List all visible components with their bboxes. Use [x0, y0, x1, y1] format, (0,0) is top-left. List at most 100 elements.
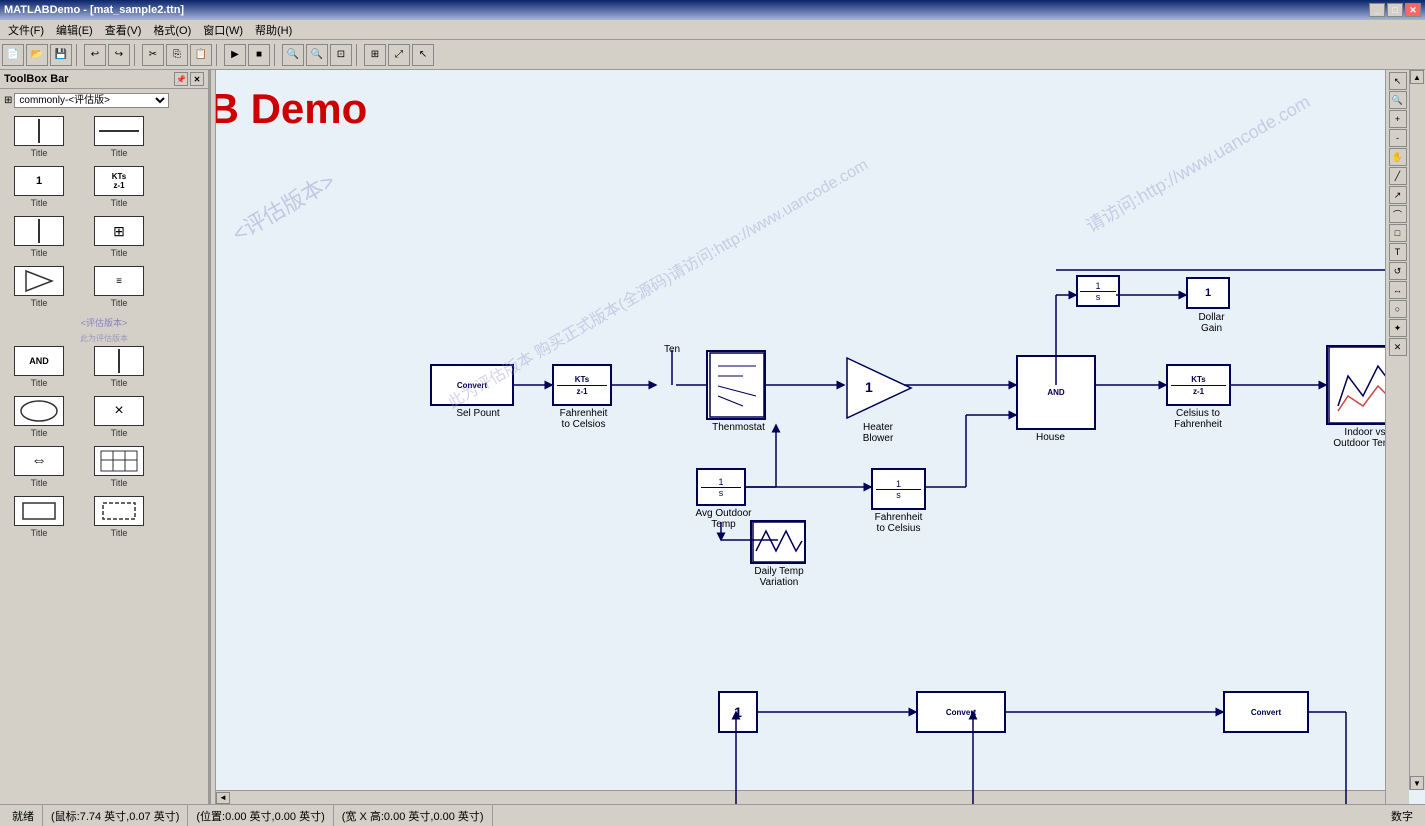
- menu-window[interactable]: 窗口(W): [197, 20, 249, 40]
- rt-line-btn[interactable]: ╱: [1389, 167, 1407, 185]
- new-button[interactable]: 📄: [2, 44, 24, 66]
- toolbox-row-3: Title ⊞ Title: [4, 216, 204, 258]
- rt-x-btn[interactable]: ✕: [1389, 338, 1407, 356]
- integrator1-block[interactable]: 1 s: [1076, 275, 1120, 307]
- rt-curve-btn[interactable]: ⌒: [1389, 205, 1407, 223]
- copy-button[interactable]: ⎘: [166, 44, 188, 66]
- open-button[interactable]: 📂: [26, 44, 48, 66]
- eval-watermark-3: 请访问:http://www.uancode.com: [1080, 88, 1314, 238]
- avgout-num: 1: [718, 477, 723, 487]
- save-button[interactable]: 💾: [50, 44, 72, 66]
- toolbox-item-integrator[interactable]: 1 Title: [4, 166, 74, 208]
- celstofahr-block[interactable]: KTs z-1: [1166, 364, 1231, 406]
- heaterblower-block[interactable]: 1: [844, 355, 914, 420]
- close-button[interactable]: ✕: [1405, 3, 1421, 17]
- celstofahr-label: Celsius toFahrenheit: [1158, 408, 1238, 430]
- run-button[interactable]: ▶: [224, 44, 246, 66]
- toolbox-item-arrow[interactable]: ⇔ Title: [4, 446, 74, 488]
- undo-button[interactable]: ↩: [84, 44, 106, 66]
- rt-rotate-btn[interactable]: ↺: [1389, 262, 1407, 280]
- toolbox-close-button[interactable]: ✕: [190, 72, 204, 86]
- status-size: (宽 X 高:0.00 英寸,0.00 英寸): [334, 805, 493, 826]
- toolbox-pin-button[interactable]: 📌: [174, 72, 188, 86]
- dailytemp-icon: [752, 521, 804, 563]
- connect-button[interactable]: ⤢: [388, 44, 410, 66]
- rt-select-btn[interactable]: ↖: [1389, 72, 1407, 90]
- menu-help[interactable]: 帮助(H): [249, 20, 298, 40]
- scroll-up-button[interactable]: ▲: [1410, 70, 1424, 84]
- rt-flip-btn[interactable]: ↔: [1389, 281, 1407, 299]
- toolbox-grid-icon: ⊞: [4, 95, 12, 106]
- rt-hand-btn[interactable]: ✋: [1389, 148, 1407, 166]
- zoom-in-button[interactable]: 🔍: [282, 44, 304, 66]
- scroll-down-button[interactable]: ▼: [1410, 776, 1424, 790]
- fahrtocels1-block[interactable]: KTs z-1: [552, 364, 612, 406]
- rt-connect-btn[interactable]: ✦: [1389, 319, 1407, 337]
- rt-zoom-btn[interactable]: 🔍: [1389, 91, 1407, 109]
- toolbox-item-list[interactable]: ≡ Title: [84, 266, 154, 308]
- toolbox-item-vline3[interactable]: Title: [84, 346, 154, 388]
- menu-format[interactable]: 格式(O): [147, 20, 197, 40]
- toolbox-item-times[interactable]: × Title: [84, 396, 154, 438]
- fahrtocels1-label: Fahrenheitto Celsios: [546, 408, 621, 430]
- and-block[interactable]: AND: [1016, 355, 1096, 430]
- toolbox-items-list: Title Title 1 Title KTsz-1 Title: [0, 112, 208, 804]
- toolbox-label-9: Title: [31, 378, 48, 388]
- rt-oval-btn[interactable]: ○: [1389, 300, 1407, 318]
- toolbox-item-triangle[interactable]: Title: [4, 266, 74, 308]
- fit-button[interactable]: ⊡: [330, 44, 352, 66]
- sep3: [216, 44, 220, 66]
- toolbox-item-oval[interactable]: Title: [4, 396, 74, 438]
- toolbox-item-kts[interactable]: KTsz-1 Title: [84, 166, 154, 208]
- toolbox-title: ToolBox Bar: [4, 73, 69, 85]
- toolbox-item-line-v[interactable]: Title: [4, 116, 74, 158]
- menu-view[interactable]: 查看(V): [99, 20, 148, 40]
- toolbox-item-line-v2[interactable]: Title: [4, 216, 74, 258]
- integrator1-num: 1: [1095, 281, 1100, 291]
- const1-block[interactable]: 1: [718, 691, 758, 733]
- toolbox-item-table[interactable]: ⊞ Title: [84, 216, 154, 258]
- stop-button[interactable]: ■: [248, 44, 270, 66]
- menu-edit[interactable]: 编辑(E): [50, 20, 99, 40]
- celstofahr-text1: KTs: [1191, 375, 1206, 384]
- dollargain-block[interactable]: 1: [1186, 277, 1230, 309]
- zoom-out-button[interactable]: 🔍: [306, 44, 328, 66]
- avgout-block[interactable]: 1 s: [696, 468, 746, 506]
- rt-zoomin-btn[interactable]: +: [1389, 110, 1407, 128]
- toolbox-item-line-h[interactable]: Title: [84, 116, 154, 158]
- main-layout: ToolBox Bar 📌 ✕ ⊞ commonly-<评估版> Title: [0, 70, 1425, 804]
- scroll-left-button[interactable]: ◄: [216, 792, 230, 804]
- select-button[interactable]: ↖: [412, 44, 434, 66]
- status-ready: 就绪: [4, 805, 43, 826]
- rt-zoomout-btn[interactable]: -: [1389, 129, 1407, 147]
- toolbox-item-dash[interactable]: Title: [84, 496, 154, 538]
- toolbox-icon-times: ×: [94, 396, 144, 426]
- toolbox-item-grid2[interactable]: Title: [84, 446, 154, 488]
- minimize-button[interactable]: _: [1369, 3, 1385, 17]
- convert2-block[interactable]: Convert: [916, 691, 1006, 733]
- rt-arrow-btn[interactable]: ↗: [1389, 186, 1407, 204]
- redo-button[interactable]: ↪: [108, 44, 130, 66]
- toolbox-icon-line-v: [14, 116, 64, 146]
- vertical-scrollbar[interactable]: ▲ ▼: [1409, 70, 1425, 790]
- rt-text-btn[interactable]: T: [1389, 243, 1407, 261]
- rt-rect-btn[interactable]: □: [1389, 224, 1407, 242]
- paste-button[interactable]: 📋: [190, 44, 212, 66]
- fahrtocels2-num: 1: [896, 479, 901, 489]
- toolbox-category-select[interactable]: commonly-<评估版>: [14, 93, 169, 108]
- menu-file[interactable]: 文件(F): [2, 20, 50, 40]
- dailytemp-block[interactable]: [750, 520, 806, 564]
- fahrtocels2-block[interactable]: 1 s: [871, 468, 926, 510]
- maximize-button[interactable]: □: [1387, 3, 1403, 17]
- cut-button[interactable]: ✂: [142, 44, 164, 66]
- toolbox-dropdown-area[interactable]: ⊞ commonly-<评估版>: [4, 93, 204, 108]
- grid-button[interactable]: ⊞: [364, 44, 386, 66]
- horizontal-scrollbar[interactable]: ◄ ►: [216, 790, 1409, 804]
- toolbox-item-rect[interactable]: Title: [4, 496, 74, 538]
- toolbox-item-and[interactable]: AND Title: [4, 346, 74, 388]
- thermostat-block[interactable]: [706, 350, 766, 420]
- convert1-block[interactable]: Convert: [430, 364, 514, 406]
- convert3-block[interactable]: Convert: [1223, 691, 1309, 733]
- canvas-area[interactable]: ▲ ▼ ↖ 🔍 + - ✋ ╱ ↗ ⌒ □ T ↺ ↔ ○ ✦ ✕ MATLAB…: [216, 70, 1425, 804]
- window-controls[interactable]: _ □ ✕: [1369, 3, 1421, 17]
